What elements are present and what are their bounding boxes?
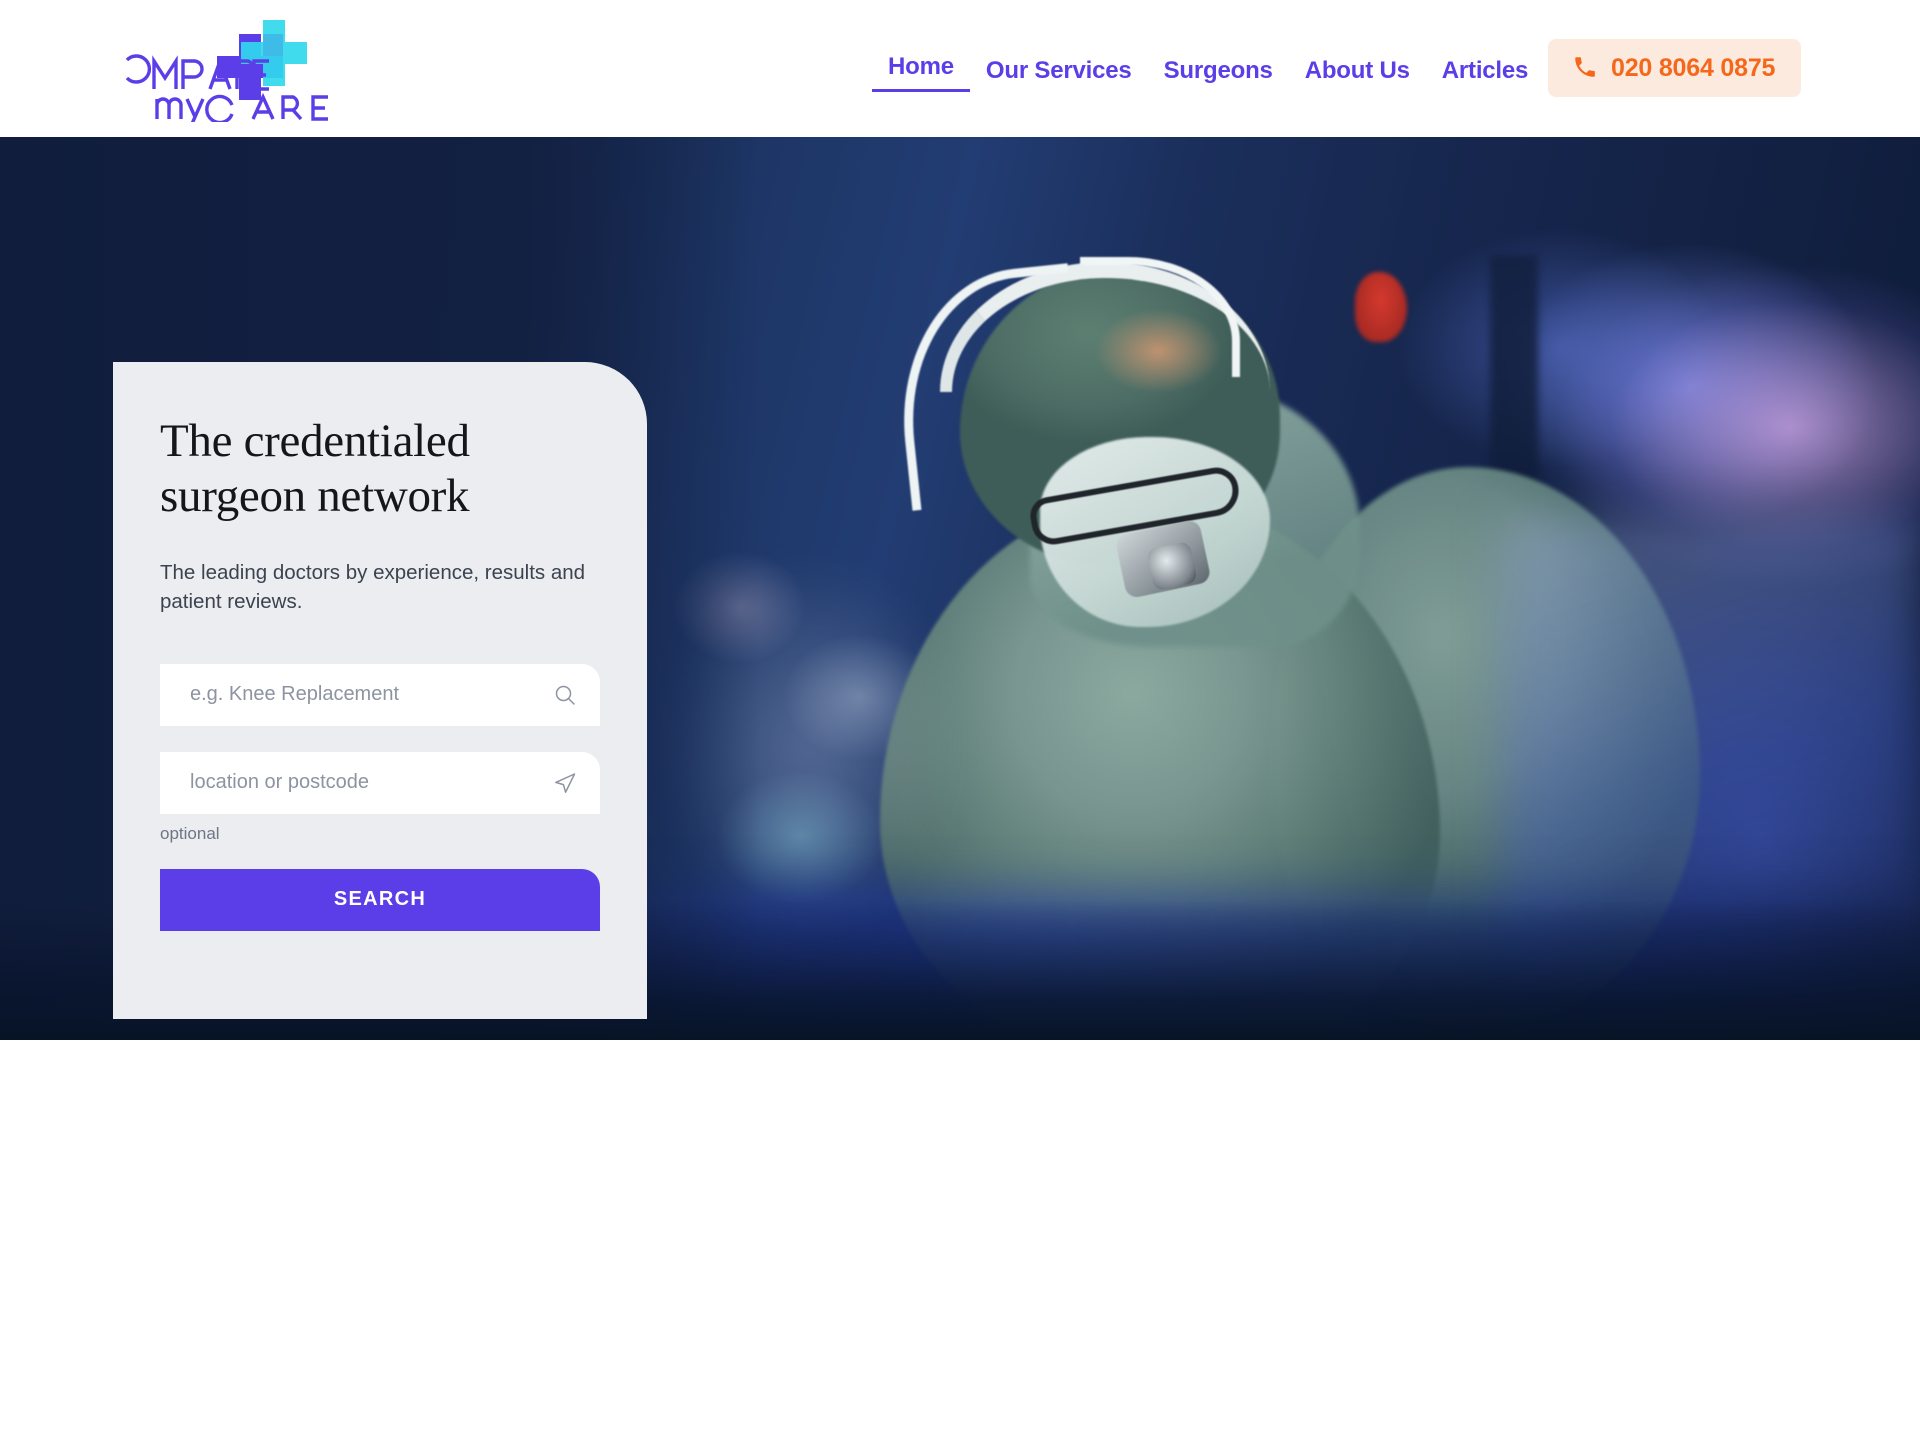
location-search-field[interactable] [160, 751, 600, 814]
nav-item-our-services[interactable]: Our Services [970, 54, 1148, 88]
nav-item-home[interactable]: Home [872, 50, 970, 92]
nav-item-surgeons[interactable]: Surgeons [1148, 54, 1289, 88]
nav-item-articles[interactable]: Articles [1426, 54, 1544, 88]
hero-section: The credentialed surgeon network The lea… [0, 137, 1920, 1040]
search-button[interactable]: SEARCH [160, 868, 600, 931]
location-search-input[interactable] [190, 771, 542, 795]
nav-item-about-us[interactable]: About Us [1289, 54, 1426, 88]
phone-number-label: 020 8064 0875 [1611, 53, 1776, 82]
intro-section: WHAT IS COMPAREMYCARE? Faster access to … [0, 1040, 1920, 1166]
headlamp-strap-right [1080, 257, 1240, 377]
main-navigation: Home Our Services Surgeons About Us Arti… [872, 50, 1544, 92]
hero-subtitle: The leading doctors by experience, resul… [160, 560, 586, 614]
site-logo[interactable] [113, 18, 343, 122]
headlamp-strap-left [888, 263, 1092, 511]
hero-search-card: The credentialed surgeon network The lea… [113, 362, 647, 1019]
phone-icon [1572, 54, 1598, 83]
surgeon-ear [1355, 272, 1407, 342]
site-header: Home Our Services Surgeons About Us Arti… [0, 0, 1920, 137]
treatment-search-input[interactable] [190, 683, 542, 707]
location-optional-label: optional [160, 823, 220, 843]
hero-title: The credentialed surgeon network [160, 415, 470, 523]
phone-call-button[interactable]: 020 8064 0875 [1548, 39, 1802, 97]
location-arrow-icon[interactable] [552, 770, 578, 796]
treatment-search-field[interactable] [160, 663, 600, 726]
search-icon[interactable] [552, 682, 578, 708]
logo-mark-icon [125, 20, 328, 122]
